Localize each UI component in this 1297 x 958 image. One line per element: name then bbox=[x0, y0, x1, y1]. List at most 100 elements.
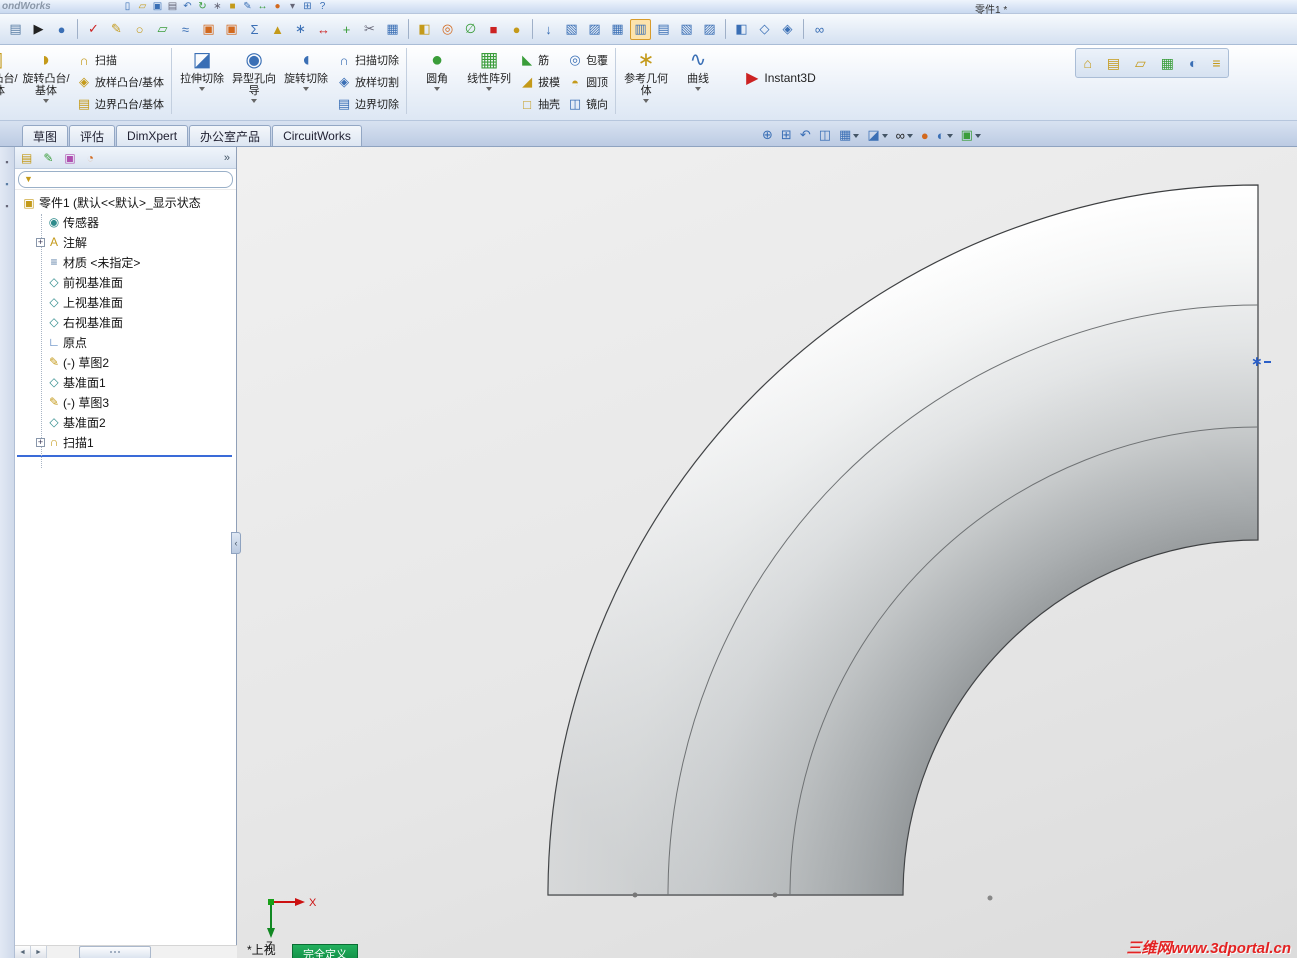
display-style-icon[interactable]: ◪ bbox=[867, 127, 887, 143]
rebuild-icon[interactable]: ↻ bbox=[195, 1, 210, 13]
insert-part-icon[interactable]: ◧ bbox=[414, 19, 435, 40]
equations-icon[interactable]: Σ bbox=[244, 19, 265, 40]
boundary-cut-button[interactable]: ▤ 边界切除 bbox=[335, 93, 399, 115]
expand-toggle[interactable] bbox=[36, 398, 45, 407]
select-pointer-icon[interactable]: ▶ bbox=[28, 19, 49, 40]
expand-toggle[interactable]: + bbox=[36, 237, 45, 247]
dropdown-caret[interactable] bbox=[643, 99, 650, 106]
import-icon[interactable]: ↓ bbox=[538, 19, 559, 40]
selection-filter-icon[interactable]: ▪ bbox=[5, 179, 8, 189]
circle-tool-icon[interactable]: ◎ bbox=[437, 19, 458, 40]
file-explorer-icon[interactable]: ▱ bbox=[1135, 55, 1146, 72]
wrap-button[interactable]: ◎ 包覆 bbox=[566, 49, 608, 71]
toolbar-separator[interactable] bbox=[532, 19, 533, 39]
tree-item-top-plane[interactable]: ◇ 上视基准面 bbox=[15, 292, 236, 312]
tree-item-sensors[interactable]: ◉ 传感器 bbox=[15, 212, 236, 232]
tree-item-plane1[interactable]: ◇ 基准面1 bbox=[15, 372, 236, 392]
panel-chevron[interactable]: » bbox=[224, 152, 230, 164]
tree-root-part[interactable]: ▣ 零件1 (默认<<默认>_显示状态 bbox=[15, 193, 236, 212]
sketch-point[interactable] bbox=[987, 895, 993, 901]
trim-icon[interactable]: ✂ bbox=[359, 19, 380, 40]
panel-splitter-handle[interactable]: ‹ bbox=[231, 532, 241, 554]
note-icon[interactable]: ✎ bbox=[106, 19, 127, 40]
dropdown-caret[interactable] bbox=[43, 99, 49, 106]
revolve-boss-button[interactable]: ◗ 旋转凸台/基体 bbox=[20, 48, 72, 114]
view-palette-icon[interactable]: ▦ bbox=[1161, 55, 1174, 72]
datum-target-icon[interactable]: ▱ bbox=[152, 19, 173, 40]
linear-pattern-button[interactable]: ▦ 线性阵列 bbox=[463, 48, 515, 114]
tree-item-origin[interactable]: ∟ 原点 bbox=[15, 332, 236, 352]
hole-wizard-button[interactable]: ◉ 异型孔向导 bbox=[228, 48, 280, 114]
undo-icon[interactable]: ↶ bbox=[180, 1, 195, 13]
tree-filter-input[interactable] bbox=[35, 173, 227, 185]
measure-icon[interactable]: ↔ bbox=[313, 19, 334, 40]
expand-toggle[interactable] bbox=[36, 218, 45, 227]
vertex-point[interactable] bbox=[632, 892, 638, 898]
no-preview-icon[interactable]: ∅ bbox=[460, 19, 481, 40]
configurations-tab-icon[interactable]: ▣ bbox=[64, 151, 75, 165]
vertex-point[interactable] bbox=[772, 892, 778, 898]
warning-triangle-icon[interactable]: ▲ bbox=[267, 19, 288, 40]
hidden-lines-icon[interactable]: ◇ bbox=[754, 19, 775, 40]
tree-item-sweep1[interactable]: + ∩ 扫描1 bbox=[15, 432, 236, 452]
tree-item-annotations[interactable]: + A 注解 bbox=[15, 232, 236, 252]
reference-geometry-button[interactable]: ∗ 参考几何体 bbox=[620, 48, 672, 114]
toolbar-handle-icon[interactable]: ▪ bbox=[5, 201, 8, 211]
view-top-icon[interactable]: ▤ bbox=[653, 19, 674, 40]
view-orientation-icon[interactable]: ▦ bbox=[839, 127, 859, 143]
scroll-left-button[interactable]: ◄ bbox=[15, 946, 31, 958]
toolbar-separator[interactable] bbox=[408, 19, 409, 39]
grid-icon[interactable]: ⊞ bbox=[300, 1, 315, 13]
dome-button[interactable]: ◓ 圆顶 bbox=[566, 71, 608, 93]
curves-button[interactable]: ∿ 曲线 bbox=[672, 48, 724, 114]
dropdown-caret[interactable] bbox=[251, 99, 258, 106]
appearance-mini-icon[interactable]: ● bbox=[270, 1, 285, 13]
options-icon[interactable]: ∗ bbox=[210, 1, 225, 13]
open-icon[interactable]: ▱ bbox=[135, 1, 150, 13]
centerline-icon[interactable]: ∗ bbox=[290, 19, 311, 40]
table-icon[interactable]: ▦ bbox=[382, 19, 403, 40]
sketch-mini-icon[interactable]: ✎ bbox=[240, 1, 255, 13]
rib-button[interactable]: ◣ 筋 bbox=[518, 49, 560, 71]
dropdown-caret-icon[interactable]: ▾ bbox=[285, 1, 300, 13]
zoom-area-icon[interactable]: ⊞ bbox=[781, 127, 792, 143]
datum-check-icon[interactable]: ▣ bbox=[198, 19, 219, 40]
view-left-icon[interactable]: ▦ bbox=[607, 19, 628, 40]
view-bottom-icon[interactable]: ▧ bbox=[676, 19, 697, 40]
graphics-area[interactable]: ∗ X Z *上视 完全定义 三维网www.3dportal.cn bbox=[237, 147, 1297, 958]
dropdown-caret[interactable] bbox=[303, 87, 310, 94]
tab-evaluate[interactable]: 评估 bbox=[69, 125, 116, 146]
tab-office-products[interactable]: 办公室产品 bbox=[189, 125, 272, 146]
instant3d-toggle[interactable]: ▶ Instant3D bbox=[736, 48, 826, 108]
document-properties-icon[interactable]: ▤ bbox=[5, 19, 26, 40]
expand-toggle[interactable]: + bbox=[36, 437, 45, 447]
shaded-view-icon[interactable]: ◧ bbox=[731, 19, 752, 40]
wireframe-icon[interactable]: ◈ bbox=[777, 19, 798, 40]
dropdown-caret[interactable] bbox=[486, 87, 493, 94]
color-swatch-icon[interactable]: ■ bbox=[225, 1, 240, 13]
expand-toggle[interactable] bbox=[36, 338, 45, 347]
view-settings-icon[interactable]: ▣ bbox=[961, 127, 981, 143]
boundary-boss-button[interactable]: ▤ 边界凸台/基体 bbox=[75, 93, 164, 115]
view-right-icon[interactable]: ▥ bbox=[630, 18, 651, 40]
expand-toggle[interactable] bbox=[36, 318, 45, 327]
extruded-cut-button[interactable]: ◪ 拉伸切除 bbox=[176, 48, 228, 114]
shell-button[interactable]: □ 抽壳 bbox=[518, 93, 560, 115]
edit-appearance-icon[interactable]: ● bbox=[921, 128, 929, 143]
view-back-icon[interactable]: ▨ bbox=[584, 19, 605, 40]
expand-toggle[interactable] bbox=[36, 258, 45, 267]
dropdown-caret[interactable] bbox=[695, 87, 702, 94]
expand-toggle[interactable] bbox=[36, 278, 45, 287]
quick-snaps-icon[interactable]: ▪ bbox=[5, 157, 8, 167]
swept-cut-button[interactable]: ∩ 扫描切除 bbox=[335, 49, 399, 71]
expand-toggle[interactable] bbox=[36, 358, 45, 367]
tree-item-sketch3[interactable]: ✎ (-) 草图3 bbox=[15, 392, 236, 412]
rollback-bar[interactable] bbox=[17, 455, 232, 457]
scroll-right-button[interactable]: ► bbox=[31, 946, 47, 958]
appearances-scenes-icon[interactable]: ◐ bbox=[1189, 55, 1197, 72]
view-isometric-icon[interactable]: ▨ bbox=[699, 19, 720, 40]
weld-symbol-icon[interactable]: ≈ bbox=[175, 19, 196, 40]
toolbar-separator[interactable] bbox=[77, 19, 78, 39]
tree-item-right-plane[interactable]: ◇ 右视基准面 bbox=[15, 312, 236, 332]
lofted-cut-button[interactable]: ◈ 放样切割 bbox=[335, 71, 399, 93]
